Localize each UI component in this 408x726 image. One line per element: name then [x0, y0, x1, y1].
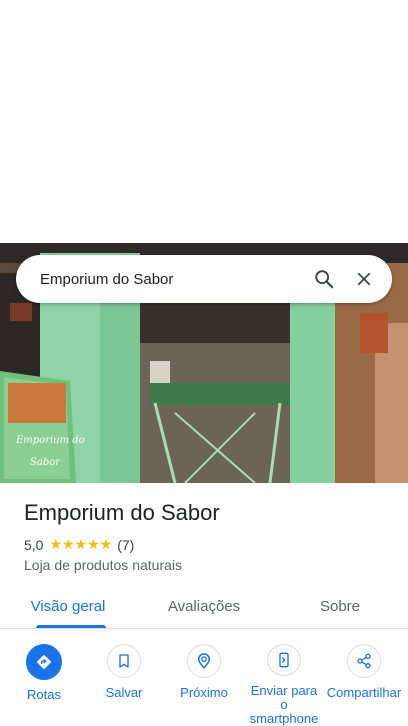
tab-label: Visão geral [30, 597, 106, 615]
tab-reviews[interactable]: Avaliações [136, 584, 272, 628]
search-input[interactable]: Emporium do Sabor [40, 271, 304, 288]
tab-about[interactable]: Sobre [272, 584, 408, 628]
share-icon [347, 644, 381, 678]
share-label: Compartilhar [326, 685, 402, 700]
save-button[interactable]: Salvar [88, 644, 160, 726]
send-to-phone-label: Enviar para o smartphone [249, 683, 319, 726]
tab-active-indicator [36, 625, 106, 628]
rating-value: 5,0 [24, 536, 44, 553]
directions-label: Rotas [27, 687, 61, 702]
sign-text-line1: Emporium do [15, 435, 85, 446]
nearby-icon [187, 644, 221, 678]
search-bar[interactable]: Emporium do Sabor [16, 255, 392, 303]
rating-row[interactable]: 5,0 ★★★★★ (7) [24, 536, 134, 553]
share-button[interactable]: Compartilhar [326, 644, 402, 726]
directions-icon [26, 644, 62, 680]
nearby-button[interactable]: Próximo [168, 644, 240, 726]
tab-overview[interactable]: Visão geral [0, 584, 136, 628]
send-to-phone-icon [267, 644, 301, 676]
map-blank-area [0, 0, 408, 243]
sign-text-line2: Sabor [30, 457, 61, 468]
directions-button[interactable]: Rotas [8, 644, 80, 726]
tab-bar: Visão geral Avaliações Sobre [0, 584, 408, 629]
place-category: Loja de produtos naturais [24, 557, 182, 573]
search-icon[interactable] [304, 259, 344, 299]
review-count[interactable]: (7) [117, 537, 134, 553]
bookmark-icon [107, 644, 141, 678]
save-label: Salvar [105, 685, 143, 700]
close-icon[interactable] [344, 259, 384, 299]
tab-label: Avaliações [167, 597, 241, 615]
action-buttons: Rotas Salvar Próximo Enviar para o smart… [0, 644, 408, 726]
rating-stars-icon: ★★★★★ [49, 536, 113, 552]
place-title: Emporium do Sabor [24, 500, 220, 525]
tab-label: Sobre [319, 597, 361, 615]
nearby-label: Próximo [180, 685, 228, 700]
send-to-phone-button[interactable]: Enviar para o smartphone [248, 644, 320, 726]
